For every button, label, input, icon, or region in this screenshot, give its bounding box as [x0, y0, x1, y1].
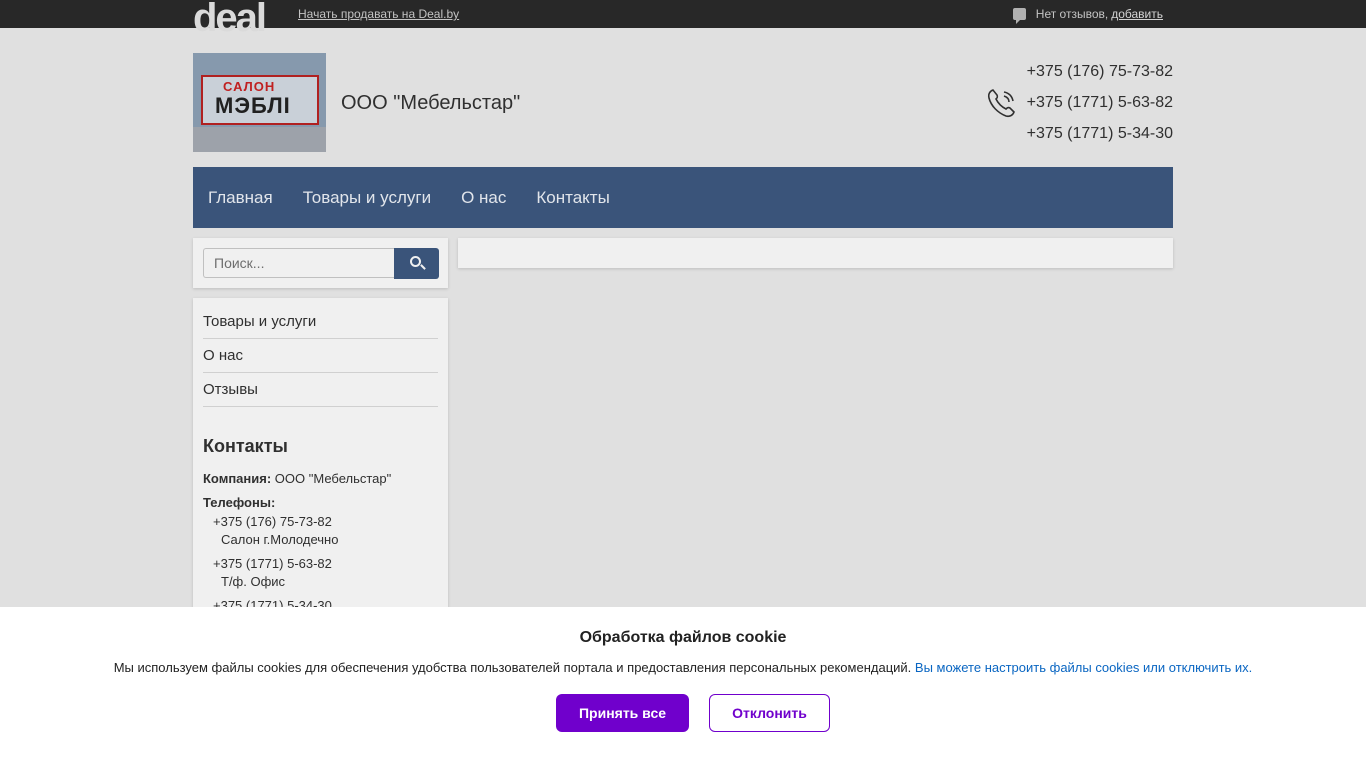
cookie-title: Обработка файлов cookie — [579, 629, 787, 646]
cookie-description: Мы используем файлы cookies для обеспече… — [113, 660, 912, 675]
cookie-text: Мы используем файлы cookies для обеспече… — [0, 660, 1366, 675]
cookie-banner: Обработка файлов cookie Мы используем фа… — [0, 607, 1366, 768]
accept-all-button[interactable]: Принять все — [556, 694, 689, 732]
decline-button[interactable]: Отклонить — [709, 694, 830, 732]
modal-overlay — [0, 0, 1366, 607]
cookie-settings-link[interactable]: Вы можете настроить файлы cookies или от… — [915, 660, 1252, 675]
